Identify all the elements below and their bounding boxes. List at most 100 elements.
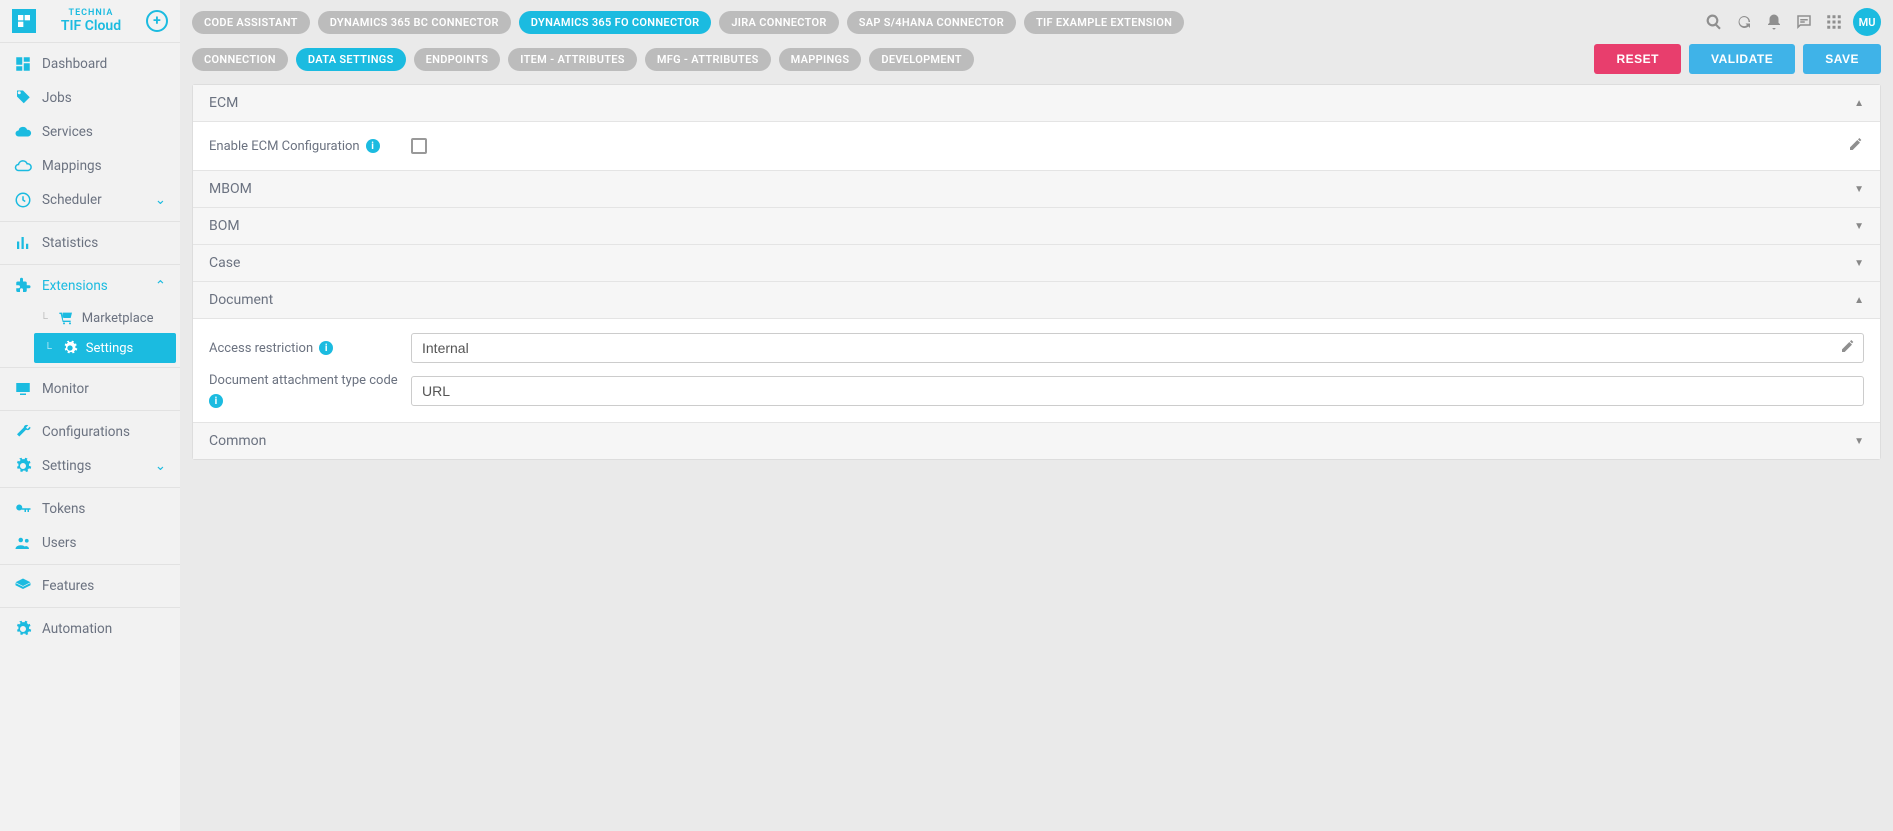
logo-text: TECHNIA TIF Cloud <box>44 8 138 34</box>
nav-dashboard[interactable]: Dashboard <box>0 47 180 81</box>
sub-tab[interactable]: DEVELOPMENT <box>869 48 973 71</box>
avatar[interactable]: MU <box>1853 8 1881 36</box>
nav-monitor-label: Monitor <box>42 381 89 397</box>
section-document-title: Document <box>209 292 273 308</box>
top-tab[interactable]: CODE ASSISTANT <box>192 11 310 34</box>
cart-icon <box>58 310 74 326</box>
nav-extensions[interactable]: Extensions ⌃ <box>0 269 180 303</box>
section-bom-title: BOM <box>209 218 240 234</box>
collapse-icon: ▲ <box>1854 98 1864 109</box>
section-ecm-title: ECM <box>209 95 238 111</box>
bar-chart-icon <box>14 234 32 252</box>
cloud-icon <box>14 123 32 141</box>
nav-services-label: Services <box>42 124 93 140</box>
expand-icon: ▼ <box>1854 258 1864 269</box>
save-button[interactable]: SAVE <box>1803 44 1881 74</box>
section-mbom-title: MBOM <box>209 181 252 197</box>
tree-connector-icon: └ <box>40 312 48 325</box>
logo-bar: TECHNIA TIF Cloud + <box>0 0 180 42</box>
gear-icon <box>14 457 32 475</box>
puzzle-icon <box>14 277 32 295</box>
section-common-title: Common <box>209 433 266 449</box>
nav-statistics-label: Statistics <box>42 235 98 251</box>
info-icon[interactable]: i <box>209 394 223 408</box>
refresh-icon[interactable] <box>1733 11 1755 33</box>
section-ecm-body: Enable ECM Configuration i <box>193 122 1880 171</box>
top-tabs: CODE ASSISTANT DYNAMICS 365 BC CONNECTOR D… <box>192 11 1184 34</box>
nav-ext-settings[interactable]: └ Settings <box>34 333 176 363</box>
reset-button[interactable]: RESET <box>1594 44 1681 74</box>
section-common-header[interactable]: Common ▼ <box>193 423 1880 459</box>
info-icon[interactable]: i <box>319 341 333 355</box>
ecm-enable-checkbox[interactable] <box>411 138 427 154</box>
sub-tab[interactable]: ITEM - ATTRIBUTES <box>508 48 637 71</box>
validate-button[interactable]: VALIDATE <box>1689 44 1795 74</box>
top-tab[interactable]: DYNAMICS 365 FO CONNECTOR <box>519 11 712 34</box>
nav-statistics[interactable]: Statistics <box>0 226 180 260</box>
search-icon[interactable] <box>1703 11 1725 33</box>
attachment-type-label: Document attachment type code <box>209 373 398 388</box>
top-tab[interactable]: JIRA CONNECTOR <box>719 11 838 34</box>
section-document-body: Access restriction i Document attachment… <box>193 319 1880 423</box>
brand-product: TIF Cloud <box>44 18 138 34</box>
edit-icon[interactable] <box>1848 136 1864 156</box>
section-mbom-header[interactable]: MBOM ▼ <box>193 171 1880 208</box>
apps-icon[interactable] <box>1823 11 1845 33</box>
key-icon <box>14 500 32 518</box>
sub-tab[interactable]: CONNECTION <box>192 48 288 71</box>
nav-scheduler[interactable]: Scheduler ⌄ <box>0 183 180 217</box>
chat-icon[interactable] <box>1793 11 1815 33</box>
nav-settings[interactable]: Settings ⌄ <box>0 449 180 483</box>
section-case-header[interactable]: Case ▼ <box>193 245 1880 282</box>
sub-tab[interactable]: DATA SETTINGS <box>296 48 406 71</box>
nav-users[interactable]: Users <box>0 526 180 560</box>
content: ECM ▲ Enable ECM Configuration i MBOM <box>180 84 1893 831</box>
edit-icon[interactable] <box>1840 338 1856 358</box>
nav-configurations[interactable]: Configurations <box>0 415 180 449</box>
nav-mappings[interactable]: Mappings <box>0 149 180 183</box>
sub-tab[interactable]: MAPPINGS <box>779 48 862 71</box>
chevron-down-icon: ⌄ <box>155 192 166 208</box>
nav-tokens[interactable]: Tokens <box>0 492 180 526</box>
gear-icon <box>14 620 32 638</box>
clock-icon <box>14 191 32 209</box>
nav-automation[interactable]: Automation <box>0 612 180 646</box>
info-icon[interactable]: i <box>366 139 380 153</box>
tree-connector-icon: └ <box>44 342 52 355</box>
sub-tabs: CONNECTION DATA SETTINGS ENDPOINTS ITEM - A… <box>192 48 974 71</box>
nav-settings-label: Settings <box>42 458 91 474</box>
brand-company: TECHNIA <box>44 8 138 18</box>
sub-tab[interactable]: MFG - ATTRIBUTES <box>645 48 771 71</box>
attachment-type-input[interactable] <box>411 376 1864 406</box>
nav-services[interactable]: Services <box>0 115 180 149</box>
nav-extensions-label: Extensions <box>42 278 108 294</box>
logo-icon[interactable] <box>12 9 36 33</box>
chevron-up-icon: ⌃ <box>155 278 166 294</box>
expand-icon: ▼ <box>1854 436 1864 447</box>
section-ecm-header[interactable]: ECM ▲ <box>193 85 1880 122</box>
access-restriction-input[interactable] <box>411 333 1864 363</box>
section-bom-header[interactable]: BOM ▼ <box>193 208 1880 245</box>
section-case-title: Case <box>209 255 240 271</box>
sub-tab[interactable]: ENDPOINTS <box>414 48 501 71</box>
add-button[interactable]: + <box>146 10 168 32</box>
nav-monitor[interactable]: Monitor <box>0 372 180 406</box>
bell-icon[interactable] <box>1763 11 1785 33</box>
nav-jobs[interactable]: Jobs <box>0 81 180 115</box>
gear-icon <box>62 340 78 356</box>
nav-automation-label: Automation <box>42 621 112 637</box>
top-tab[interactable]: SAP S/4HANA CONNECTOR <box>847 11 1016 34</box>
nav-features[interactable]: Features <box>0 569 180 603</box>
expand-icon: ▼ <box>1854 184 1864 195</box>
nav-scheduler-label: Scheduler <box>42 192 102 208</box>
expand-icon: ▼ <box>1854 221 1864 232</box>
top-tab[interactable]: DYNAMICS 365 BC CONNECTOR <box>318 11 511 34</box>
main: CODE ASSISTANT DYNAMICS 365 BC CONNECTOR D… <box>180 0 1893 831</box>
nav-users-label: Users <box>42 535 76 551</box>
section-document-header[interactable]: Document ▲ <box>193 282 1880 319</box>
nav-marketplace[interactable]: └ Marketplace <box>30 303 180 333</box>
settings-panel: ECM ▲ Enable ECM Configuration i MBOM <box>192 84 1881 460</box>
nav-mappings-label: Mappings <box>42 158 102 174</box>
nav-tokens-label: Tokens <box>42 501 85 517</box>
top-tab[interactable]: TIF EXAMPLE EXTENSION <box>1024 11 1184 34</box>
